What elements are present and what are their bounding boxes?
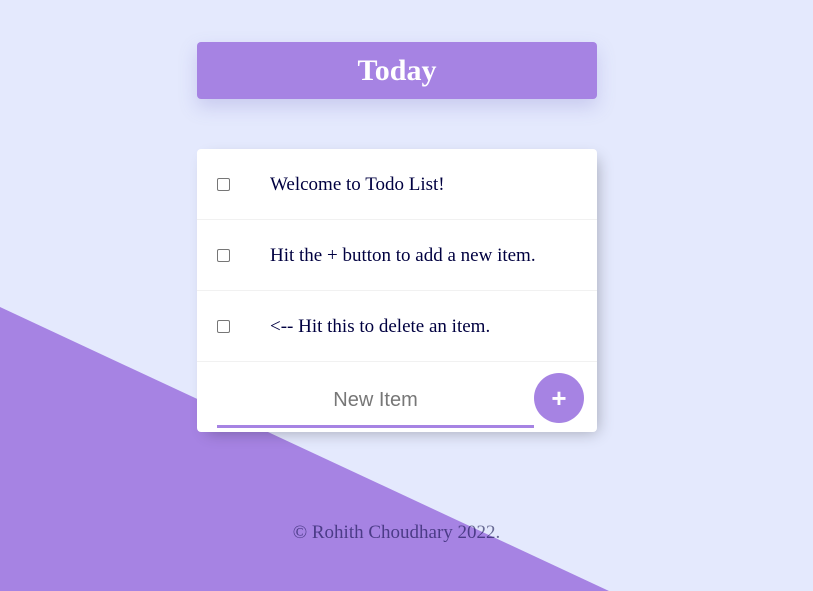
list-item: Hit the + button to add a new item. bbox=[197, 220, 597, 291]
list-item: <-- Hit this to delete an item. bbox=[197, 291, 597, 362]
item-label: Hit the + button to add a new item. bbox=[270, 245, 536, 266]
item-checkbox[interactable] bbox=[217, 249, 230, 262]
page-title: Today bbox=[357, 53, 437, 87]
item-label: <-- Hit this to delete an item. bbox=[270, 316, 491, 337]
new-item-input[interactable] bbox=[217, 375, 534, 428]
heading-box: Today bbox=[197, 42, 597, 99]
todo-list-card: Welcome to Todo List! Hit the + button t… bbox=[197, 149, 597, 432]
item-checkbox[interactable] bbox=[217, 320, 230, 333]
add-item-button[interactable]: + bbox=[534, 373, 584, 423]
new-item-form: + bbox=[197, 362, 597, 432]
footer-copyright: © Rohith Choudhary 2022. bbox=[292, 522, 501, 543]
item-checkbox[interactable] bbox=[217, 178, 230, 191]
item-label: Welcome to Todo List! bbox=[270, 174, 445, 195]
list-item: Welcome to Todo List! bbox=[197, 149, 597, 220]
